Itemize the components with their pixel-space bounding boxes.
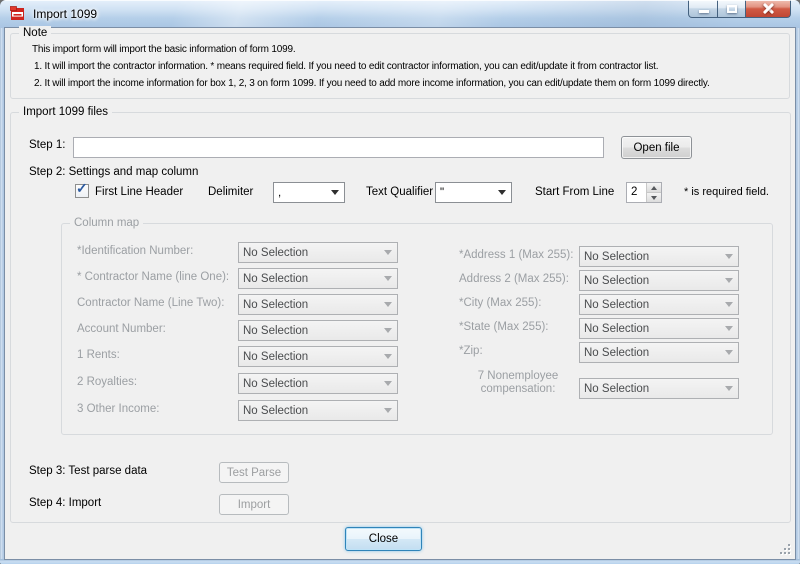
dropdown-arrow-icon (384, 354, 392, 359)
address2-dropdown: No Selection (579, 270, 739, 291)
city-dropdown: No Selection (579, 294, 739, 315)
text-qualifier-label: Text Qualifier (366, 186, 433, 198)
dropdown-arrow-icon (725, 278, 733, 283)
window-frame-right (795, 28, 800, 564)
other-income-label: 3 Other Income: (77, 403, 159, 415)
column-map-groupbox: Column map *Identification Number: No Se… (61, 223, 773, 435)
close-button[interactable]: Close (345, 527, 422, 551)
note-line-3: 2. It will import the income information… (34, 78, 710, 89)
identification-number-dropdown: No Selection (238, 242, 398, 263)
dropdown-arrow-icon (384, 250, 392, 255)
dropdown-arrow-icon (384, 276, 392, 281)
stepper-down-button[interactable] (647, 193, 661, 202)
dropdown-arrow-icon (384, 328, 392, 333)
note-group-title: Note (19, 26, 51, 40)
contractor-name-two-dropdown: No Selection (238, 294, 398, 315)
royalties-dropdown: No Selection (238, 373, 398, 394)
account-number-dropdown: No Selection (238, 320, 398, 341)
resize-grip[interactable] (780, 544, 792, 556)
dropdown-arrow-icon (725, 254, 733, 259)
text-qualifier-dropdown[interactable]: " (435, 182, 512, 203)
nonemployee-compensation-dropdown: No Selection (579, 378, 739, 399)
rents-label: 1 Rents: (77, 349, 120, 361)
contractor-name-one-label: * Contractor Name (line One): (77, 271, 229, 283)
minimize-icon (699, 10, 709, 13)
nonemployee-compensation-label: 7 Nonemployee compensation: (457, 370, 579, 396)
note-line-2: 1. It will import the contractor informa… (34, 61, 658, 72)
royalties-label: 2 Royalties: (77, 376, 137, 388)
import-1099-window: Import 1099 Note This import form will i… (0, 0, 800, 564)
start-from-line-stepper[interactable]: 2 (626, 182, 662, 203)
state-dropdown: No Selection (579, 318, 739, 339)
identification-number-label: *Identification Number: (77, 245, 193, 257)
contractor-name-two-label: Contractor Name (Line Two): (77, 297, 224, 309)
dropdown-arrow-icon (725, 350, 733, 355)
note-line-1: This import form will import the basic i… (32, 44, 295, 55)
dialog-client-area: Note This import form will import the ba… (5, 28, 795, 559)
maximize-button[interactable] (718, 0, 746, 18)
dropdown-arrow-icon (725, 302, 733, 307)
window-controls (688, 0, 791, 18)
close-icon (763, 3, 774, 14)
first-line-header-label: First Line Header (95, 186, 183, 198)
dropdown-arrow-icon (725, 386, 733, 391)
state-label: *State (Max 255): (459, 321, 548, 333)
check-icon: ✓ (76, 181, 88, 195)
delimiter-label: Delimiter (208, 186, 253, 198)
window-title: Import 1099 (33, 7, 97, 21)
minimize-button[interactable] (688, 0, 718, 18)
step3-label: Step 3: Test parse data (29, 465, 147, 477)
dropdown-arrow-icon (331, 190, 339, 195)
test-parse-button: Test Parse (219, 462, 289, 483)
open-file-button[interactable]: Open file (621, 136, 692, 159)
other-income-dropdown: No Selection (238, 400, 398, 421)
city-label: *City (Max 255): (459, 297, 541, 309)
account-number-label: Account Number: (77, 323, 166, 335)
address1-label: *Address 1 (Max 255): (459, 249, 573, 261)
dropdown-arrow-icon (498, 190, 506, 195)
step2-label: Step 2: Settings and map column (29, 166, 198, 178)
address1-dropdown: No Selection (579, 246, 739, 267)
dropdown-arrow-icon (384, 381, 392, 386)
import-group-title: Import 1099 files (19, 105, 112, 119)
app-icon (10, 6, 26, 22)
rents-dropdown: No Selection (238, 346, 398, 367)
zip-label: *Zip: (459, 345, 483, 357)
start-from-line-label: Start From Line (535, 186, 614, 198)
file-path-input[interactable] (73, 137, 604, 158)
import-files-groupbox: Import 1099 files Step 1: Open file Step… (10, 112, 791, 523)
column-map-title: Column map (70, 216, 143, 230)
import-button: Import (219, 494, 289, 515)
step1-label: Step 1: (29, 139, 65, 151)
delimiter-dropdown[interactable]: , (273, 182, 345, 203)
note-groupbox: Note This import form will import the ba… (10, 33, 790, 99)
maximize-icon (727, 5, 737, 13)
down-arrow-icon (651, 196, 657, 200)
address2-label: Address 2 (Max 255): (459, 273, 569, 285)
zip-dropdown: No Selection (579, 342, 739, 363)
dropdown-arrow-icon (384, 408, 392, 413)
step4-label: Step 4: Import (29, 497, 101, 509)
dropdown-arrow-icon (725, 326, 733, 331)
dropdown-arrow-icon (384, 302, 392, 307)
required-field-note: * is required field. (684, 186, 769, 198)
stepper-up-button[interactable] (647, 183, 661, 193)
close-window-button[interactable] (746, 0, 791, 18)
window-frame-bottom (0, 559, 800, 564)
contractor-name-one-dropdown: No Selection (238, 268, 398, 289)
up-arrow-icon (651, 186, 657, 190)
first-line-header-checkbox[interactable]: ✓ (75, 184, 89, 198)
titlebar[interactable]: Import 1099 (0, 0, 800, 28)
